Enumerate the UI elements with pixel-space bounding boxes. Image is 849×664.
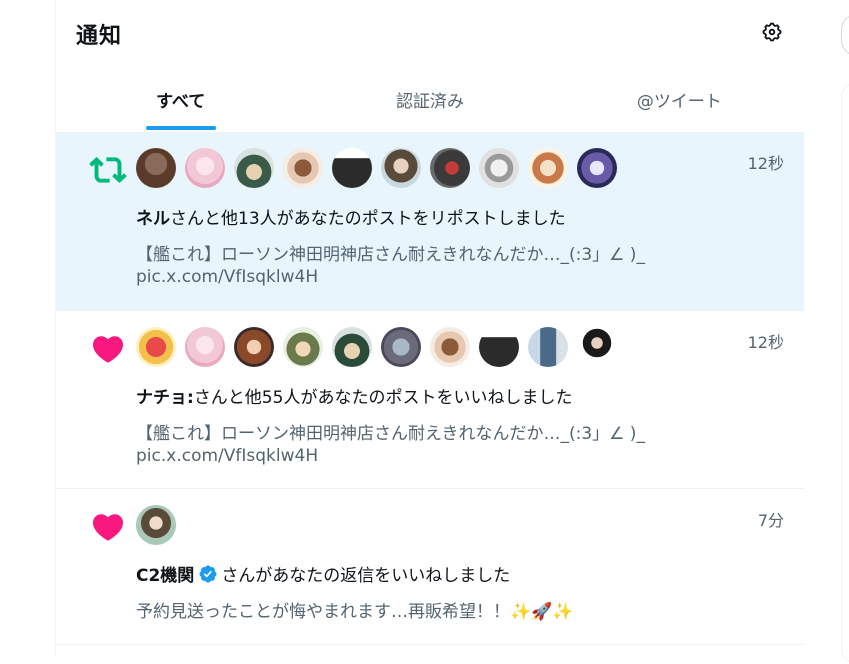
avatar[interactable] bbox=[332, 148, 372, 188]
notification-item[interactable]: 12秒 ナチョ: さんと他55人があなたのポストをいいねしました 【艦これ】ローソ… bbox=[56, 311, 804, 489]
post-preview-link[interactable]: pic.x.com/VfIsqklw4H bbox=[136, 266, 756, 288]
avatar[interactable] bbox=[332, 327, 372, 367]
avatar[interactable] bbox=[479, 327, 519, 367]
left-gutter bbox=[0, 0, 55, 656]
avatar[interactable] bbox=[136, 148, 176, 188]
notification-item[interactable]: 7分 C2機関 さんがあなたの返信をいいねしました 予約見送ったことが悔やまれま… bbox=[56, 489, 804, 645]
post-preview: 【艦これ】ローソン神田明神店さん耐えきれなんだか…_(:3」∠ )_ pic.x… bbox=[136, 423, 756, 467]
post-preview-text: 予約見送ったことが悔やまれます…再販希望！！✨🚀✨ bbox=[136, 602, 574, 622]
post-preview: 【艦これ】ローソン神田明神店さん耐えきれなんだか…_(:3」∠ )_ pic.x… bbox=[136, 244, 756, 288]
settings-button[interactable] bbox=[754, 14, 790, 50]
post-preview-link[interactable]: pic.x.com/VfIsqklw4H bbox=[136, 445, 756, 467]
page-title: 通知 bbox=[76, 24, 123, 49]
avatar[interactable] bbox=[185, 148, 225, 188]
action-text: さんと他13人があなたのポストをリポストしました bbox=[170, 209, 566, 229]
header: 通知 bbox=[56, 0, 804, 66]
actor-name[interactable]: ナチョ: bbox=[136, 383, 194, 408]
post-preview: 予約見送ったことが悔やまれます…再販希望！！✨🚀✨ bbox=[136, 601, 756, 623]
timestamp: 12秒 bbox=[747, 333, 784, 352]
avatar-group bbox=[136, 505, 176, 545]
post-preview-text: 【艦これ】ローソン神田明神店さん耐えきれなんだか…_(:3」∠ )_ bbox=[136, 424, 645, 444]
tab-all[interactable]: すべて bbox=[56, 66, 305, 132]
tab-mentions-label: @ツイート bbox=[636, 91, 722, 112]
verified-badge-icon bbox=[198, 564, 218, 584]
retweet-icon bbox=[88, 150, 128, 190]
avatar[interactable] bbox=[136, 327, 176, 367]
heart-icon bbox=[88, 507, 128, 547]
avatar-group bbox=[136, 327, 617, 367]
avatar[interactable] bbox=[528, 327, 568, 367]
avatar[interactable] bbox=[234, 148, 274, 188]
tab-active-indicator bbox=[145, 126, 216, 130]
tab-mentions[interactable]: @ツイート bbox=[555, 66, 804, 132]
sidebar-card bbox=[841, 82, 849, 664]
avatar-group bbox=[136, 148, 617, 188]
notification-item[interactable]: 12秒 ネル さんと他13人があなたのポストをリポストしました 【艦これ】ローソン… bbox=[56, 132, 804, 311]
notification-headline: C2機関 さんがあなたの返信をいいねしました bbox=[136, 561, 510, 586]
avatar[interactable] bbox=[577, 148, 617, 188]
avatar[interactable] bbox=[577, 327, 617, 367]
heart-icon bbox=[88, 329, 128, 369]
avatar[interactable] bbox=[430, 148, 470, 188]
actor-name[interactable]: C2機関 bbox=[136, 561, 194, 586]
avatar[interactable] bbox=[381, 327, 421, 367]
notification-headline: ネル さんと他13人があなたのポストをリポストしました bbox=[136, 204, 566, 229]
post-preview-text: 【艦これ】ローソン神田明神店さん耐えきれなんだか…_(:3」∠ )_ bbox=[136, 245, 645, 265]
avatar[interactable] bbox=[381, 148, 421, 188]
avatar[interactable] bbox=[136, 505, 176, 545]
action-text: さんと他55人があなたのポストをいいねしました bbox=[193, 388, 573, 408]
avatar[interactable] bbox=[430, 327, 470, 367]
avatar[interactable] bbox=[528, 148, 568, 188]
avatar[interactable] bbox=[283, 148, 323, 188]
tab-all-label: すべて bbox=[156, 91, 206, 112]
notifications-column: 通知 すべて 認証済み @ツイート 12秒 ネル さんと他13人があなたのポスト… bbox=[55, 0, 805, 656]
tab-verified[interactable]: 認証済み bbox=[305, 66, 554, 132]
notification-headline: ナチョ: さんと他55人があなたのポストをいいねしました bbox=[136, 383, 572, 408]
timestamp: 12秒 bbox=[747, 154, 784, 173]
avatar[interactable] bbox=[283, 327, 323, 367]
tab-verified-label: 認証済み bbox=[395, 91, 464, 112]
gear-icon bbox=[762, 22, 782, 42]
avatar[interactable] bbox=[479, 148, 519, 188]
avatar[interactable] bbox=[185, 327, 225, 367]
actor-name[interactable]: ネル bbox=[136, 204, 170, 229]
timestamp: 7分 bbox=[757, 511, 784, 530]
action-text: さんがあなたの返信をいいねしました bbox=[221, 566, 511, 586]
tab-bar: すべて 認証済み @ツイート bbox=[56, 66, 804, 132]
avatar[interactable] bbox=[234, 327, 274, 367]
